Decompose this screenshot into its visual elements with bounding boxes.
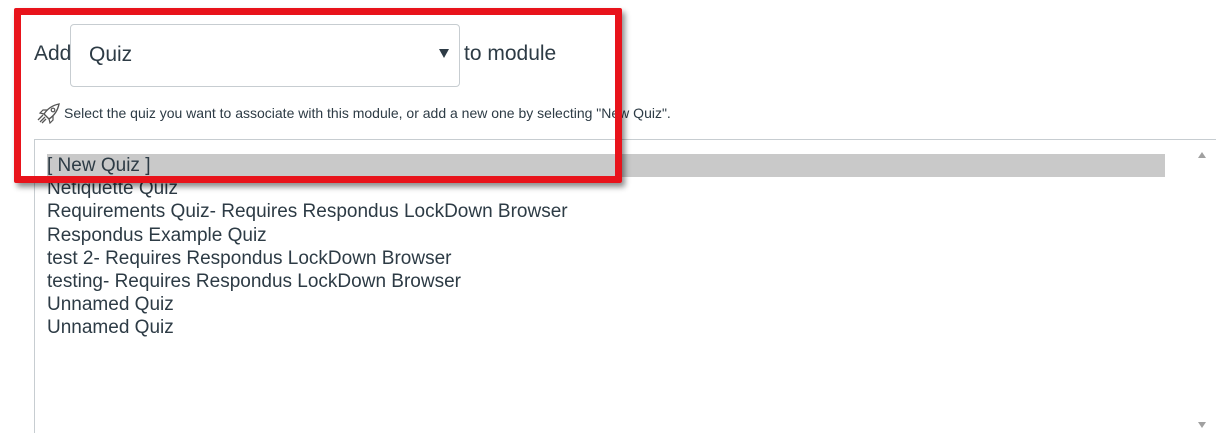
quiz-list: [ New Quiz ] Netiquette Quiz Requirements … xyxy=(47,154,1165,340)
item-type-select-value: Quiz xyxy=(89,43,133,66)
quiz-option-selected[interactable]: [ New Quiz ] xyxy=(47,154,1165,178)
hint-text-row: Select the quiz you want to associate wi… xyxy=(34,102,671,124)
add-label: Add xyxy=(34,42,72,65)
add-item-dialog: Add Quiz to module Select the quiz you w… xyxy=(0,0,1216,433)
quiz-option[interactable]: Respondus Example Quiz xyxy=(47,224,1165,247)
quiz-option[interactable]: Unnamed Quiz xyxy=(47,316,1165,339)
quiz-option[interactable]: Unnamed Quiz xyxy=(47,293,1165,316)
rocket-icon xyxy=(37,103,60,124)
hint-text: Select the quiz you want to associate wi… xyxy=(64,105,671,121)
item-type-select[interactable]: Quiz xyxy=(70,24,460,87)
scrollbar[interactable] xyxy=(1187,140,1216,433)
scroll-up-arrow-icon[interactable] xyxy=(1198,152,1206,158)
scroll-down-arrow-icon[interactable] xyxy=(1198,422,1206,428)
quiz-option[interactable]: Netiquette Quiz xyxy=(47,177,1165,200)
quiz-option[interactable]: testing- Requires Respondus LockDown Bro… xyxy=(47,270,1165,293)
quiz-option[interactable]: test 2- Requires Respondus LockDown Brow… xyxy=(47,247,1165,270)
to-module-label: to module xyxy=(464,42,557,65)
quiz-listbox[interactable]: [ New Quiz ] Netiquette Quiz Requirements … xyxy=(34,139,1216,433)
chevron-down-icon[interactable] xyxy=(439,49,449,58)
quiz-option[interactable]: Requirements Quiz- Requires Respondus Lo… xyxy=(47,200,1165,223)
